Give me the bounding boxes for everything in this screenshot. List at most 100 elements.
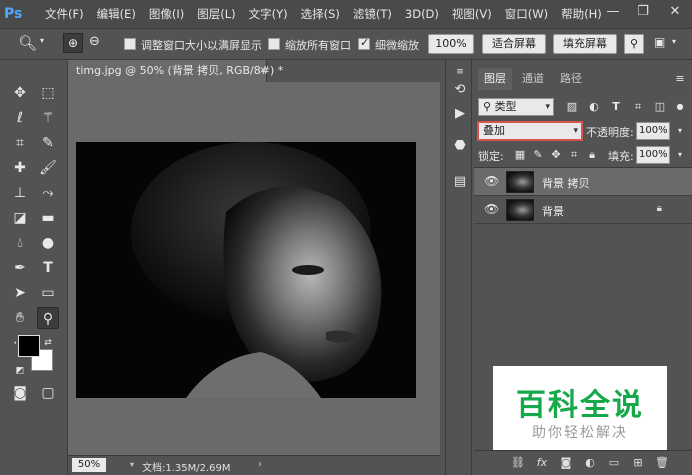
eraser-tool-icon[interactable]: ◪ xyxy=(9,207,31,229)
quick-mask-icon[interactable]: ◙ xyxy=(9,382,31,404)
lock-all-icon[interactable]: 🔒︎ xyxy=(584,147,600,163)
opacity-chevron-icon[interactable]: ▾ xyxy=(672,123,688,139)
filter-smart-object-icon[interactable]: ◫ xyxy=(652,99,668,115)
layer-style-fx-icon[interactable]: fx xyxy=(534,455,550,471)
add-mask-icon[interactable]: ◙ xyxy=(558,455,574,471)
filter-adjustment-icon[interactable]: ◐ xyxy=(586,99,602,115)
history-brush-tool-icon[interactable]: ⤳ xyxy=(37,182,59,204)
lock-transparent-icon[interactable]: ▦ xyxy=(512,147,528,163)
zoom-tool-icon[interactable]: ⚲ xyxy=(37,307,59,329)
visibility-eye-icon[interactable]: 👁︎ xyxy=(484,202,499,216)
document-tab-title: timg.jpg @ 50% (背景 拷贝, RGB/8#) * xyxy=(76,64,284,77)
filter-shape-icon[interactable]: ⌗ xyxy=(630,99,646,115)
zoom-in-icon[interactable]: ⊕ xyxy=(63,33,83,53)
dodge-tool-icon[interactable]: ● xyxy=(37,232,59,254)
new-group-icon[interactable]: ▭ xyxy=(606,455,622,471)
close-document-icon[interactable]: × xyxy=(259,65,267,76)
chevron-down-icon[interactable]: ▾ xyxy=(40,36,44,45)
document-tab[interactable]: timg.jpg @ 50% (背景 拷贝, RGB/8#) * xyxy=(68,60,283,82)
menu-image[interactable]: 图像(I) xyxy=(149,6,184,22)
fill-chevron-icon[interactable]: ▾ xyxy=(672,147,688,163)
scrubby-zoom-checkbox[interactable] xyxy=(358,36,370,50)
blend-mode-select[interactable]: 叠加 ▾ xyxy=(477,121,583,141)
hand-tool-icon[interactable]: ✋︎ xyxy=(9,307,31,329)
filter-pixel-icon[interactable]: ▨ xyxy=(564,99,580,115)
fit-screen-button[interactable]: 适合屏幕 xyxy=(482,34,546,54)
screen-mode-icon[interactable]: ▢ xyxy=(37,382,59,404)
visibility-eye-icon[interactable]: 👁︎ xyxy=(484,174,499,188)
menu-select[interactable]: 选择(S) xyxy=(301,6,340,22)
crop-tool-icon[interactable]: ⌗ xyxy=(9,132,31,154)
status-chevron-icon[interactable]: ▾ xyxy=(130,460,134,469)
blend-mode-value: 叠加 xyxy=(483,124,505,137)
properties-panel-icon[interactable]: ▤ xyxy=(450,172,470,192)
status-arrow-icon[interactable]: › xyxy=(258,459,262,470)
menu-view[interactable]: 视图(V) xyxy=(452,6,492,22)
lasso-tool-icon[interactable]: ℓ xyxy=(9,107,31,129)
workspace-chevron-icon[interactable]: ▾ xyxy=(672,37,676,46)
marquee-tool-icon[interactable]: ⬚ xyxy=(37,82,59,104)
tools-panel: ✥ ⬚ ℓ ⚚ ⌗ ✎ ✚ 🖌︎ ⊥ ⤳ ◪ ▬ 💧︎ ● ✒ T ➤ ▭ ✋︎… xyxy=(0,62,68,475)
move-tool-icon[interactable]: ✥ xyxy=(9,82,31,104)
delete-layer-icon[interactable]: 🗑︎ xyxy=(654,455,670,471)
workspace-icon[interactable]: ▣ xyxy=(654,35,665,49)
actions-play-icon[interactable]: ▶ xyxy=(450,104,470,124)
status-doc-info: 文档:1.35M/2.69M xyxy=(142,463,231,474)
status-zoom-field[interactable]: 50% xyxy=(72,458,106,472)
link-layers-icon[interactable]: ⛓ xyxy=(510,455,526,471)
collapse-icon[interactable]: ≡ xyxy=(450,62,470,82)
brush-tool-icon[interactable]: 🖌︎ xyxy=(37,157,59,179)
healing-brush-tool-icon[interactable]: ✚ xyxy=(9,157,31,179)
menu-file[interactable]: 文件(F) xyxy=(45,6,84,22)
lock-pixels-icon[interactable]: ✎ xyxy=(530,147,546,163)
gradient-tool-icon[interactable]: ▬ xyxy=(37,207,59,229)
magic-wand-tool-icon[interactable]: ⚚ xyxy=(37,107,59,129)
stamp-tool-icon[interactable]: ⊥ xyxy=(9,182,31,204)
menu-help[interactable]: 帮助(H) xyxy=(561,6,602,22)
zoom-all-checkbox[interactable] xyxy=(268,38,280,50)
zoom-tool-icon[interactable]: 🔍︎ xyxy=(18,34,37,52)
panel-menu-icon[interactable]: ≡ xyxy=(672,71,688,87)
foreground-color-chip[interactable] xyxy=(18,335,40,357)
fill-screen-button[interactable]: 填充屏幕 xyxy=(553,34,617,54)
lock-position-icon[interactable]: ✥ xyxy=(548,147,564,163)
menu-3d[interactable]: 3D(D) xyxy=(405,7,439,21)
new-layer-icon[interactable]: ⊞ xyxy=(630,455,646,471)
type-tool-icon[interactable]: T xyxy=(37,257,59,279)
zoom-all-label: 缩放所有窗口 xyxy=(285,39,351,52)
menu-edit[interactable]: 编辑(E) xyxy=(97,6,136,22)
fill-input[interactable]: 100% xyxy=(636,146,670,164)
menu-type[interactable]: 文字(Y) xyxy=(249,6,288,22)
default-colors-icon[interactable]: ◩ xyxy=(9,360,31,382)
close-window-button[interactable]: ✕ xyxy=(660,2,690,22)
resize-windows-checkbox[interactable] xyxy=(124,38,136,50)
restore-button[interactable]: ❐ xyxy=(628,2,658,22)
shape-tool-icon[interactable]: ▭ xyxy=(37,282,59,304)
layer-filter-select[interactable]: ⚲ 类型 ▾ xyxy=(478,98,554,116)
menu-filter[interactable]: 滤镜(T) xyxy=(353,6,392,22)
search-icon[interactable]: ⚲ xyxy=(624,34,644,54)
pen-tool-icon[interactable]: ✒ xyxy=(9,257,31,279)
tab-layers[interactable]: 图层 xyxy=(478,68,512,90)
eyedropper-tool-icon[interactable]: ✎ xyxy=(37,132,59,154)
adjustment-layer-icon[interactable]: ◐ xyxy=(582,455,598,471)
blur-tool-icon[interactable]: 💧︎ xyxy=(9,232,31,254)
layer-row-background[interactable]: 👁︎ 背景 🔒︎ xyxy=(474,196,692,224)
layer-row-background-copy[interactable]: 👁︎ 背景 拷贝 xyxy=(474,168,692,196)
menu-layer[interactable]: 图层(L) xyxy=(197,6,235,22)
filter-type-icon[interactable]: T xyxy=(608,99,624,115)
lock-artboard-icon[interactable]: ⌗ xyxy=(566,147,582,163)
menu-window[interactable]: 窗口(W) xyxy=(505,6,548,22)
path-selection-tool-icon[interactable]: ➤ xyxy=(9,282,31,304)
tab-channels[interactable]: 通道 xyxy=(516,68,550,90)
document-image[interactable] xyxy=(76,142,416,398)
3d-panel-icon[interactable]: ⬣ xyxy=(450,136,470,156)
zoom-value-button[interactable]: 100% xyxy=(428,34,474,54)
history-panel-icon[interactable]: ⟲ xyxy=(450,80,470,100)
filter-toggle-icon[interactable]: ● xyxy=(672,99,688,115)
chevron-down-icon: ▾ xyxy=(545,102,550,112)
zoom-out-icon[interactable]: ⊖ xyxy=(89,34,100,49)
minimize-button[interactable]: — xyxy=(598,2,628,22)
tab-paths[interactable]: 路径 xyxy=(554,68,588,90)
opacity-input[interactable]: 100% xyxy=(636,122,670,140)
